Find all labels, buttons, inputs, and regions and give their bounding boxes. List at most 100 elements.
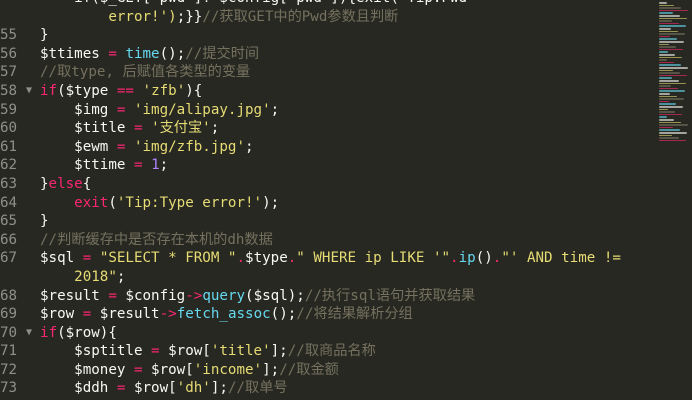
- code-token: $ewm: [40, 138, 117, 155]
- minimap-line: [659, 67, 688, 69]
- code-line[interactable]: 62 $ttime = 1;: [0, 156, 656, 175]
- code-line[interactable]: error!');}}//获取GET中的Pwd参数且判断: [0, 8, 656, 27]
- minimap-line: [659, 12, 673, 14]
- code-line[interactable]: 66 //判断缓存中是否存在本机的dh数据: [0, 231, 656, 250]
- code-token: $row: [40, 306, 83, 323]
- code-text: $sql = "SELECT * FROM ".$type." WHERE ip…: [40, 249, 621, 268]
- code-token: //取商品名称: [287, 343, 376, 360]
- code-line[interactable]: 73 $ddh = $row['dh'];//取单号: [0, 379, 656, 398]
- code-token: 'Tip:Type error!': [116, 194, 263, 211]
- code-editor[interactable]: if($_GET['pwd']!=$config['pwd']){exit('T…: [0, 0, 656, 400]
- minimap-line: [659, 98, 684, 100]
- minimap-line: [659, 82, 686, 85]
- code-token: $row[: [125, 380, 177, 397]
- code-line[interactable]: 2018";: [0, 268, 656, 287]
- code-text: if($row){: [40, 324, 117, 343]
- code-token: ){: [185, 82, 203, 99]
- code-line[interactable]: 70 ▼ if($row){: [0, 324, 656, 343]
- minimap-line: [659, 124, 688, 126]
- code-token: time: [125, 45, 160, 62]
- line-number: 73: [0, 380, 18, 397]
- minimap-line: [659, 95, 677, 98]
- line-number: 64: [0, 194, 18, 211]
- minimap-line: [659, 126, 673, 129]
- code-token: 'dh': [176, 380, 211, 397]
- code-text: $img = 'img/alipay.jpg';: [40, 101, 279, 120]
- code-token: ;: [270, 101, 280, 118]
- line-number: 56: [0, 45, 18, 62]
- minimap-line: [659, 22, 679, 25]
- code-token: 'img/alipay.jpg': [133, 101, 271, 118]
- code-line[interactable]: 56 $ttimes = time();//提交时间: [0, 45, 656, 64]
- code-line[interactable]: 64 exit('Tip:Type error!');: [0, 194, 656, 213]
- minimap-line: [659, 59, 667, 61]
- code-line[interactable]: 69 $row = $result->fetch_assoc();//将结果解析分…: [0, 305, 656, 324]
- code-token: }: [40, 175, 49, 192]
- line-number: [0, 268, 34, 287]
- code-token: $result: [91, 306, 160, 323]
- code-token: ==: [116, 82, 134, 99]
- line-number: 57: [0, 64, 18, 81]
- code-line[interactable]: 61 $ewm = 'img/zfb.jpg';: [0, 138, 656, 157]
- fold-arrow-icon[interactable]: ▼: [26, 82, 32, 101]
- code-line[interactable]: 59 $img = 'img/alipay.jpg';: [0, 101, 656, 120]
- code-token: //判断缓存中是否存在本机的dh数据: [40, 231, 273, 248]
- code-token: else: [48, 175, 83, 192]
- minimap-line: [659, 137, 679, 139]
- minimap-line: [659, 9, 688, 12]
- code-text: $ttimes = time();//提交时间: [40, 45, 259, 64]
- minimap-line: [659, 25, 686, 27]
- code-token: if: [40, 324, 58, 341]
- code-line[interactable]: 63}else{: [0, 175, 656, 194]
- code-line[interactable]: if($_GET['pwd']!=$config['pwd']){exit('T…: [0, 0, 656, 8]
- fold-arrow-icon[interactable]: ▼: [26, 324, 32, 343]
- code-token: =: [82, 306, 92, 323]
- code-token: =: [133, 120, 143, 137]
- code-token: $img: [40, 101, 117, 118]
- code-text: //判断缓存中是否存在本机的dh数据: [40, 231, 273, 250]
- minimap[interactable]: [656, 0, 692, 400]
- line-number: [0, 8, 34, 27]
- minimap-line: [659, 93, 670, 95]
- code-line[interactable]: 55}: [0, 26, 656, 45]
- code-token: ];: [262, 361, 280, 378]
- code-line[interactable]: 72 $money = $row['income'];//取金额: [0, 361, 656, 380]
- code-area[interactable]: if($_GET['pwd']!=$config['pwd']){exit('T…: [0, 0, 656, 398]
- code-token: //提交时间: [185, 45, 260, 62]
- code-line[interactable]: 58 ▼ if($type == 'zfb'){: [0, 82, 656, 101]
- code-text: exit('Tip:Type error!');: [40, 194, 279, 213]
- minimap-line: [659, 72, 680, 74]
- code-token: "' AND time !=: [501, 250, 621, 267]
- minimap-line: [659, 64, 681, 66]
- code-token: ($row){: [57, 324, 117, 341]
- code-token: 'img/zfb.jpg': [133, 138, 246, 155]
- code-token: ();: [159, 45, 186, 62]
- code-token: ;: [210, 120, 220, 137]
- code-line[interactable]: 68 $result = $config->query($sql);//执行sql…: [0, 287, 656, 306]
- code-token: 'income': [193, 361, 263, 378]
- code-token: =: [133, 361, 143, 378]
- minimap-line: [659, 38, 677, 40]
- code-token: error!'): [108, 8, 177, 25]
- code-token: =: [108, 287, 117, 304]
- code-token: ;: [245, 138, 254, 155]
- code-token: ($type: [57, 82, 117, 99]
- code-line[interactable]: 71 $sptitle = $row['title'];//取商品名称: [0, 342, 656, 361]
- line-number: 66: [0, 231, 18, 248]
- minimap-line: [659, 56, 682, 59]
- code-token: ->: [185, 287, 203, 304]
- code-line[interactable]: 67 $sql = "SELECT * FROM ".$type." WHERE …: [0, 249, 656, 268]
- minimap-line: [659, 87, 678, 90]
- code-token: query: [202, 287, 246, 304]
- code-line[interactable]: 57 //取type, 后赋值各类型的变量: [0, 63, 656, 82]
- code-line[interactable]: 60 $title = '支付宝';: [0, 119, 656, 138]
- minimap-line: [659, 7, 681, 9]
- minimap-line: [659, 129, 680, 131]
- code-token: $config: [116, 287, 186, 304]
- code-token: ];: [270, 343, 288, 360]
- code-line[interactable]: 65}: [0, 212, 656, 231]
